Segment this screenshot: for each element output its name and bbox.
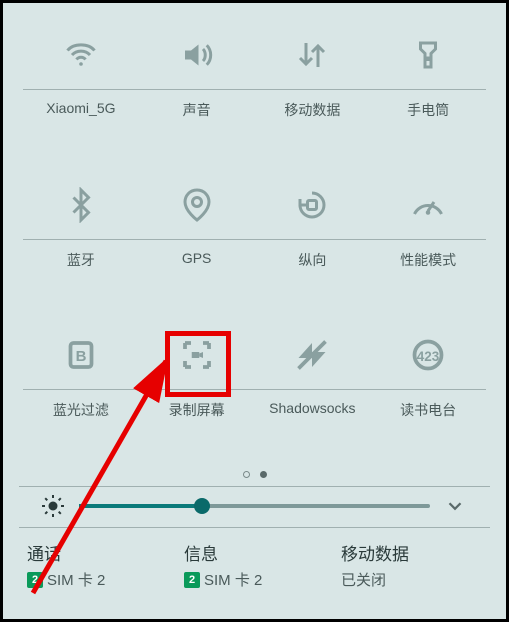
brightness-slider-row bbox=[19, 486, 490, 527]
cell-title: 移动数据 bbox=[341, 540, 482, 565]
tiles-row-1: Xiaomi_5G 声音 移动数据 手电筒 bbox=[3, 13, 506, 163]
tile-performance[interactable]: 性能模式 bbox=[370, 163, 486, 313]
tile-label: 手电筒 bbox=[370, 89, 486, 120]
page-indicator bbox=[3, 463, 506, 486]
cell-subtitle: 已关闭 bbox=[341, 569, 482, 590]
bluelight-filter-icon: B bbox=[59, 333, 103, 377]
sim-badge: 2 bbox=[27, 572, 43, 588]
tile-wifi[interactable]: Xiaomi_5G bbox=[23, 13, 139, 163]
tile-reading-radio[interactable]: 423 读书电台 bbox=[370, 313, 486, 463]
svg-text:B: B bbox=[75, 348, 86, 365]
page-dot-1[interactable] bbox=[243, 471, 250, 478]
tile-label: 性能模式 bbox=[370, 239, 486, 270]
rotation-icon bbox=[290, 183, 334, 227]
reading-radio-icon: 423 bbox=[406, 333, 450, 377]
tile-label: Xiaomi_5G bbox=[23, 89, 139, 116]
tile-bluetooth[interactable]: 蓝牙 bbox=[23, 163, 139, 313]
tile-label: 纵向 bbox=[255, 239, 371, 270]
brightness-slider[interactable] bbox=[79, 504, 430, 508]
cell-title: 通话 bbox=[27, 540, 168, 565]
shadowsocks-icon bbox=[290, 333, 334, 377]
wifi-icon bbox=[59, 33, 103, 77]
volume-icon bbox=[175, 33, 219, 77]
tile-gps[interactable]: GPS bbox=[139, 163, 255, 313]
tile-mobile-data[interactable]: 移动数据 bbox=[255, 13, 371, 163]
quick-settings-panel: Xiaomi_5G 声音 移动数据 手电筒 蓝牙 bbox=[3, 3, 506, 619]
brightness-icon[interactable] bbox=[41, 493, 67, 519]
sim-label: SIM 卡 2 bbox=[204, 569, 262, 590]
tile-rotation[interactable]: 纵向 bbox=[255, 163, 371, 313]
tile-label: GPS bbox=[139, 239, 255, 266]
tile-sound[interactable]: 声音 bbox=[139, 13, 255, 163]
tile-label: Shadowsocks bbox=[255, 389, 371, 416]
cell-sms[interactable]: 信息 2 SIM 卡 2 bbox=[176, 536, 333, 594]
slider-thumb[interactable] bbox=[194, 498, 210, 514]
cell-title: 信息 bbox=[184, 540, 325, 565]
tile-label: 声音 bbox=[139, 89, 255, 120]
tiles-row-3: B 蓝光过滤 录制屏幕 Shadowsocks 423 读书电台 bbox=[3, 313, 506, 463]
gps-icon bbox=[175, 183, 219, 227]
expand-chevron[interactable] bbox=[442, 493, 468, 519]
tile-bluelight-filter[interactable]: B 蓝光过滤 bbox=[23, 313, 139, 463]
tile-label: 移动数据 bbox=[255, 89, 371, 120]
flashlight-icon bbox=[406, 33, 450, 77]
cell-data[interactable]: 移动数据 已关闭 bbox=[333, 536, 490, 594]
tiles-row-2: 蓝牙 GPS 纵向 性能模式 bbox=[3, 163, 506, 313]
tile-label: 蓝光过滤 bbox=[23, 389, 139, 420]
cell-subtitle: 2 SIM 卡 2 bbox=[27, 569, 168, 590]
sim-label: SIM 卡 2 bbox=[47, 569, 105, 590]
tile-label: 读书电台 bbox=[370, 389, 486, 420]
cell-subtitle: 2 SIM 卡 2 bbox=[184, 569, 325, 590]
sim-badge: 2 bbox=[184, 572, 200, 588]
slider-fill bbox=[79, 504, 202, 508]
tile-shadowsocks[interactable]: Shadowsocks bbox=[255, 313, 371, 463]
bluetooth-icon bbox=[59, 183, 103, 227]
cell-call[interactable]: 通话 2 SIM 卡 2 bbox=[19, 536, 176, 594]
sim-status-bar: 通话 2 SIM 卡 2 信息 2 SIM 卡 2 移动数据 已关闭 bbox=[19, 527, 490, 594]
svg-text:423: 423 bbox=[417, 349, 440, 364]
page-dot-2[interactable] bbox=[260, 471, 267, 478]
performance-icon bbox=[406, 183, 450, 227]
tile-flashlight[interactable]: 手电筒 bbox=[370, 13, 486, 163]
data-arrows-icon bbox=[290, 33, 334, 77]
annotation-highlight-box bbox=[165, 331, 231, 397]
tile-label: 蓝牙 bbox=[23, 239, 139, 270]
